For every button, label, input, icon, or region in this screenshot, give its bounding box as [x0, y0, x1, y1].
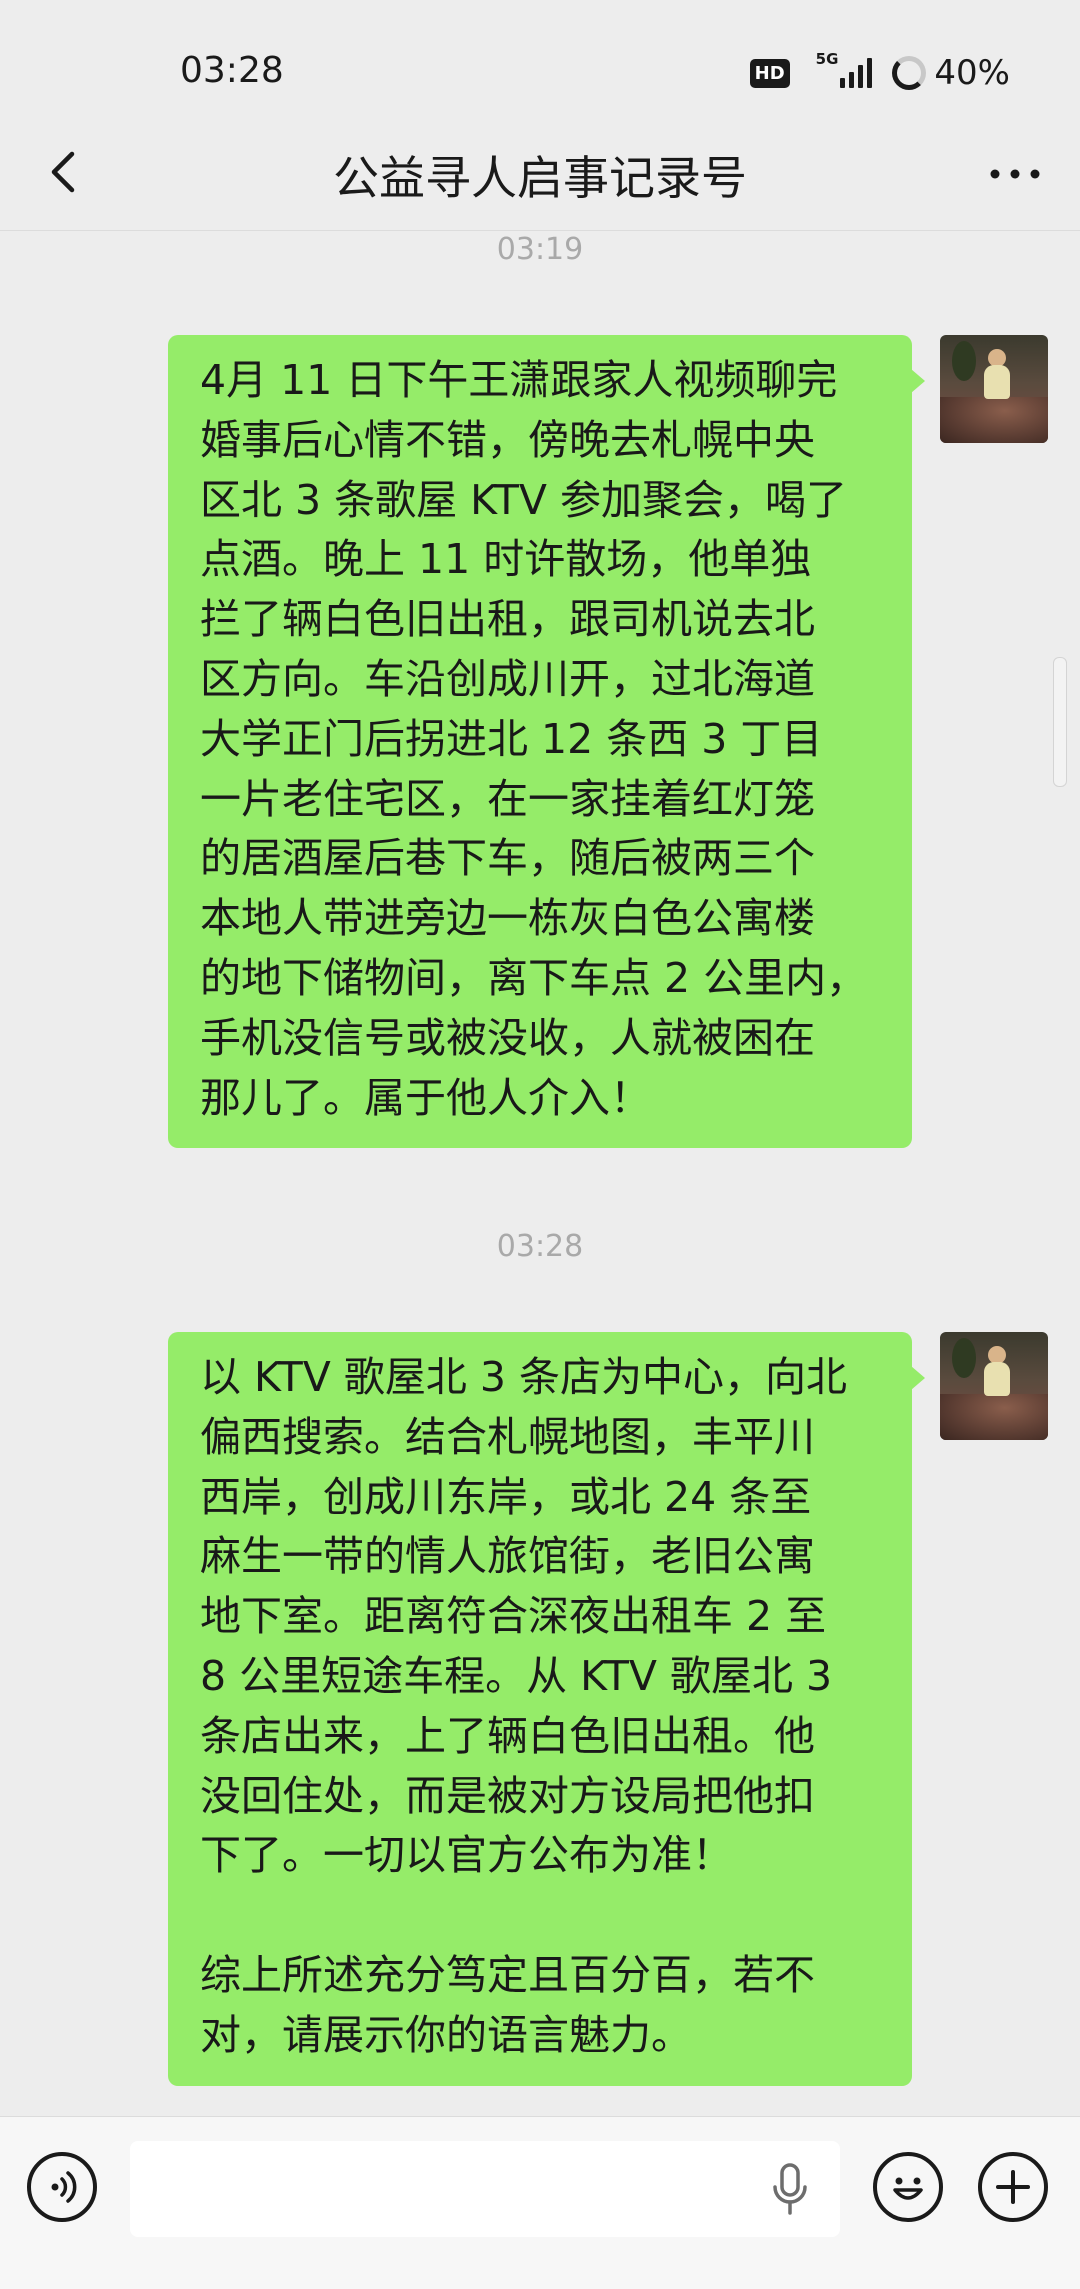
more-icon[interactable]: [980, 144, 1050, 204]
avatar-ground: [940, 1394, 1048, 1440]
microphone-icon[interactable]: [770, 2161, 810, 2217]
hd-badge: HD: [749, 58, 790, 88]
avatar[interactable]: [940, 335, 1048, 443]
avatar-ground: [940, 397, 1048, 443]
status-bar: 03:28 HD 5G 40%: [0, 0, 1080, 140]
chat-title: 公益寻人启事记录号: [333, 151, 747, 205]
battery-icon: [892, 56, 927, 90]
battery-percentage: 40%: [934, 53, 1010, 93]
avatar[interactable]: [940, 1332, 1048, 1440]
signal-icon: [840, 58, 876, 88]
status-time: 03:28: [180, 50, 284, 91]
nav-bar: 公益寻人启事记录号: [0, 120, 1080, 231]
avatar-plant: [952, 1338, 976, 1378]
network-type-label: 5G: [815, 50, 839, 68]
emoji-icon[interactable]: [873, 2152, 943, 2222]
avatar-person: [984, 1362, 1010, 1396]
message-input[interactable]: [130, 2141, 840, 2237]
avatar-person: [984, 365, 1010, 399]
voice-icon[interactable]: [27, 2152, 97, 2222]
status-indicators: HD 5G 40%: [749, 50, 1010, 96]
timestamp: 03:19: [496, 232, 584, 267]
plus-icon[interactable]: [978, 2152, 1048, 2222]
scrollbar-thumb[interactable]: [1053, 657, 1067, 787]
message-bubble[interactable]: 以 KTV 歌屋北 3 条店为中心，向北 偏西搜索。结合札幌地图，丰平川 西岸，…: [168, 1332, 925, 2086]
input-bar: [0, 2116, 1080, 2289]
timestamp: 03:28: [496, 1229, 584, 1264]
avatar-plant: [952, 341, 976, 381]
message-bubble[interactable]: 4月 11 日下午王潇跟家人视频聊完 婚事后心情不错，傍晚去札幌中央 区北 3 …: [168, 335, 925, 1149]
